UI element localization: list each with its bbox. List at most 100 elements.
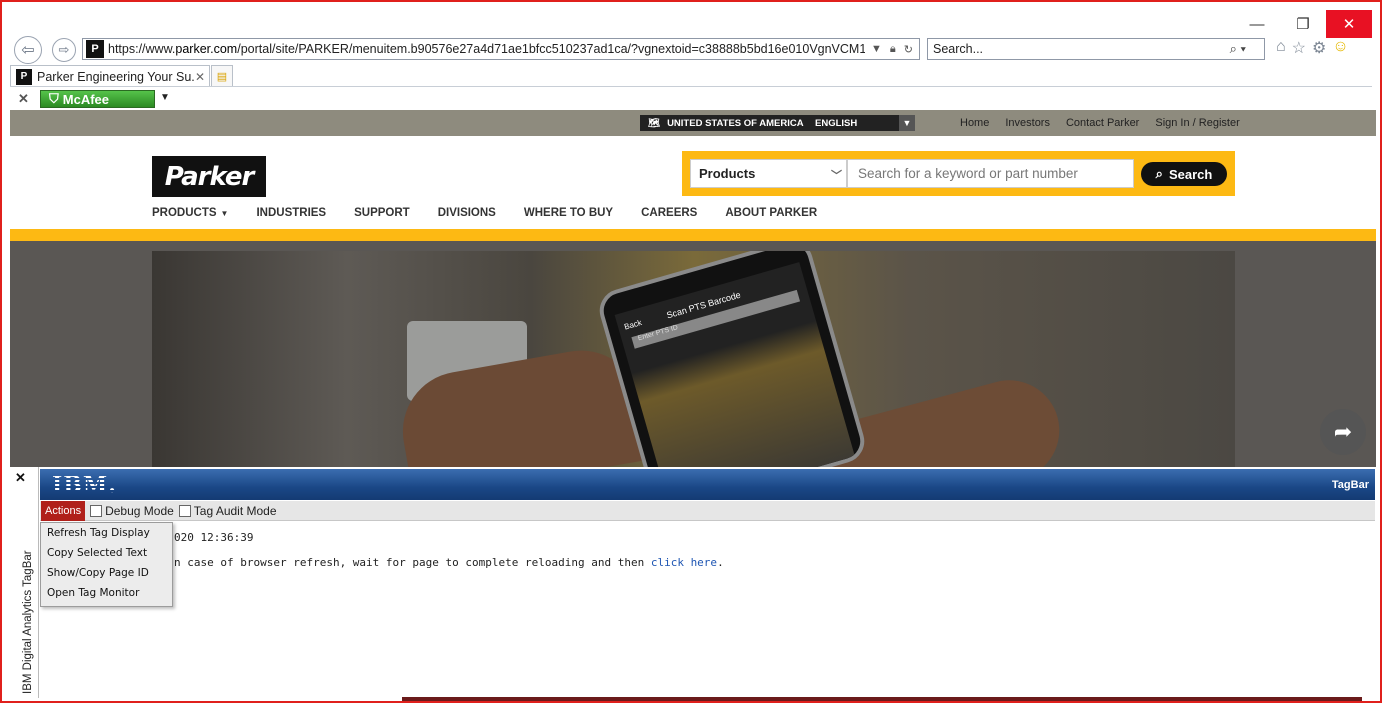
taskbar-strip xyxy=(402,697,1362,701)
tagbar-message-end: . xyxy=(717,556,724,569)
tag-audit-checkbox[interactable]: Tag Audit Mode xyxy=(178,503,277,518)
world-map-icon: 🗺︎ xyxy=(648,117,661,129)
browser-tab[interactable]: P Parker Engineering Your Su... ✕ xyxy=(10,65,210,87)
search-icon[interactable]: ⌕ ▾ xyxy=(1230,41,1264,57)
util-link-home[interactable]: Home xyxy=(960,117,989,129)
browser-search-input[interactable]: Search... ⌕ ▾ xyxy=(927,38,1265,60)
nav-about[interactable]: ABOUT PARKER xyxy=(725,207,817,219)
util-link-investors[interactable]: Investors xyxy=(1005,117,1050,129)
hero-phone: Back Scan PTS Barcode Enter PTS ID xyxy=(594,251,870,467)
country-label: UNITED STATES OF AMERICA xyxy=(667,117,804,129)
nav-industries[interactable]: INDUSTRIES xyxy=(256,207,326,219)
nav-divisions[interactable]: DIVISIONS xyxy=(438,207,496,219)
home-icon[interactable]: ⌂ xyxy=(1276,38,1286,58)
nav-where-to-buy[interactable]: WHERE TO BUY xyxy=(524,207,613,219)
actions-menu: Refresh Tag Display Copy Selected Text S… xyxy=(40,522,173,607)
keyword-search-input[interactable]: Search for a keyword or part number xyxy=(847,159,1134,188)
mcafee-shield-icon: ⛉ xyxy=(49,91,59,106)
back-button[interactable]: ⇦ xyxy=(14,36,42,64)
lock-icon[interactable]: 🔒︎ xyxy=(890,43,896,56)
menu-copy-selected-text[interactable]: Copy Selected Text xyxy=(41,543,172,563)
tagbar-side-panel: IBM Digital Analytics TagBar xyxy=(11,467,39,698)
util-link-contact[interactable]: Contact Parker xyxy=(1066,117,1139,129)
search-category-select[interactable]: Products ﹀ xyxy=(690,159,847,188)
ibm-logo: IBM. xyxy=(52,472,117,498)
minimize-button[interactable]: — xyxy=(1234,10,1280,38)
restore-button[interactable]: ❐ xyxy=(1280,10,1326,38)
tagbar-header: IBM. TagBar xyxy=(40,469,1375,500)
smiley-icon[interactable]: ☺ xyxy=(1332,38,1348,58)
tagbar-message: n case of browser refresh, wait for page… xyxy=(174,556,724,569)
mcafee-dropdown-icon[interactable]: ▼ xyxy=(160,92,170,103)
actions-button[interactable]: Actions xyxy=(41,500,86,521)
language-selector[interactable]: ENGLISH ▼ xyxy=(805,115,915,131)
util-link-signin[interactable]: Sign In / Register xyxy=(1155,117,1239,129)
browser-toolbar: ⌂ ☆ ⚙ ☺ xyxy=(1276,38,1349,58)
accent-bar xyxy=(10,229,1376,241)
checkbox-icon xyxy=(178,504,191,517)
menu-show-copy-page-id[interactable]: Show/Copy Page ID xyxy=(41,563,172,583)
tagbar-message-text: n case of browser refresh, wait for page… xyxy=(174,556,651,569)
tab-divider xyxy=(10,86,1372,87)
phone-screen: Back Scan PTS Barcode Enter PTS ID xyxy=(614,262,855,467)
back-arrow-icon: ⇦ xyxy=(21,42,35,59)
site-search-button[interactable]: ⌕ Search xyxy=(1141,162,1227,186)
search-category-value: Products xyxy=(699,166,756,181)
mcafee-label: McAfee xyxy=(62,91,110,107)
chevron-down-icon: ﹀ xyxy=(831,170,842,182)
new-tab-button[interactable]: ▤ xyxy=(211,65,233,87)
parker-logo[interactable]: Parker xyxy=(152,156,266,197)
search-icon: ⌕ xyxy=(1155,166,1163,181)
tagbar-toolbar: Actions Debug Mode Tag Audit Mode xyxy=(40,500,1375,521)
actions-label: Actions xyxy=(45,504,82,517)
mcafee-close-icon[interactable]: ✕ xyxy=(18,91,29,107)
forward-arrow-icon: ⇨ xyxy=(58,42,70,57)
tag-audit-label: Tag Audit Mode xyxy=(193,503,277,518)
tab-title: Parker Engineering Your Su... xyxy=(37,69,195,84)
share-arrow-icon: ➦ xyxy=(1333,419,1353,444)
search-button-label: Search xyxy=(1168,166,1213,182)
tab-close-icon[interactable]: ✕ xyxy=(195,70,209,84)
keyword-placeholder: Search for a keyword or part number xyxy=(858,166,1078,181)
mcafee-button[interactable]: ⛉ McAfee xyxy=(40,90,155,108)
address-controls: ▼ 🔒︎ ↻ xyxy=(865,43,919,56)
close-window-button[interactable]: ✕ xyxy=(1326,10,1372,38)
nav-careers[interactable]: CAREERS xyxy=(641,207,697,219)
new-tab-icon: ▤ xyxy=(216,70,228,83)
debug-mode-checkbox[interactable]: Debug Mode xyxy=(90,504,174,518)
forward-button[interactable]: ⇨ xyxy=(52,38,76,62)
language-label: ENGLISH xyxy=(815,117,858,129)
share-button[interactable]: ➦ xyxy=(1320,409,1366,455)
browser-window: — ❐ ✕ ⇦ ⇨ P https://www.parker.com/porta… xyxy=(0,0,1382,703)
gear-icon[interactable]: ⚙ xyxy=(1312,38,1326,58)
tagbar-name: TagBar xyxy=(1331,479,1369,491)
address-bar[interactable]: P https://www.parker.com/portal/site/PAR… xyxy=(82,38,920,60)
address-url[interactable]: https://www.parker.com/portal/site/PARKE… xyxy=(108,42,865,56)
hero-image[interactable]: Back Scan PTS Barcode Enter PTS ID xyxy=(152,251,1235,467)
dropdown-icon[interactable]: ▼ xyxy=(871,43,882,56)
debug-mode-label: Debug Mode xyxy=(105,503,174,518)
utility-bar: 🗺︎ UNITED STATES OF AMERICA ENGLISH ▼ Ho… xyxy=(10,110,1376,136)
caret-down-icon: ▼ xyxy=(220,209,229,218)
main-nav: PRODUCTS ▼ INDUSTRIES SUPPORT DIVISIONS W… xyxy=(152,207,817,219)
country-selector[interactable]: 🗺︎ UNITED STATES OF AMERICA xyxy=(640,115,812,131)
language-dropdown-icon: ▼ xyxy=(899,115,915,131)
utility-links: Home Investors Contact Parker Sign In / … xyxy=(960,117,1240,129)
refresh-icon[interactable]: ↻ xyxy=(904,43,913,56)
site-favicon-icon: P xyxy=(86,40,104,58)
checkbox-icon xyxy=(90,504,103,517)
tab-favicon-icon: P xyxy=(16,68,32,85)
product-search-panel: Products ﹀ Search for a keyword or part … xyxy=(682,151,1235,196)
nav-products[interactable]: PRODUCTS ▼ xyxy=(152,207,228,219)
logo-text: Parker xyxy=(164,161,255,192)
phone-back-label: Back xyxy=(623,318,643,332)
tagbar-vertical-title: IBM Digital Analytics TagBar xyxy=(22,550,34,694)
window-controls: — ❐ ✕ xyxy=(1234,10,1372,38)
tagbar-timestamp: 020 12:36:39 xyxy=(174,531,254,544)
tagbar-close-icon[interactable]: ✕ xyxy=(15,470,26,486)
star-icon[interactable]: ☆ xyxy=(1292,38,1306,58)
click-here-link[interactable]: click here xyxy=(651,556,717,569)
nav-support[interactable]: SUPPORT xyxy=(354,207,410,219)
menu-refresh-tag-display[interactable]: Refresh Tag Display xyxy=(41,523,172,543)
menu-open-tag-monitor[interactable]: Open Tag Monitor xyxy=(41,583,172,603)
